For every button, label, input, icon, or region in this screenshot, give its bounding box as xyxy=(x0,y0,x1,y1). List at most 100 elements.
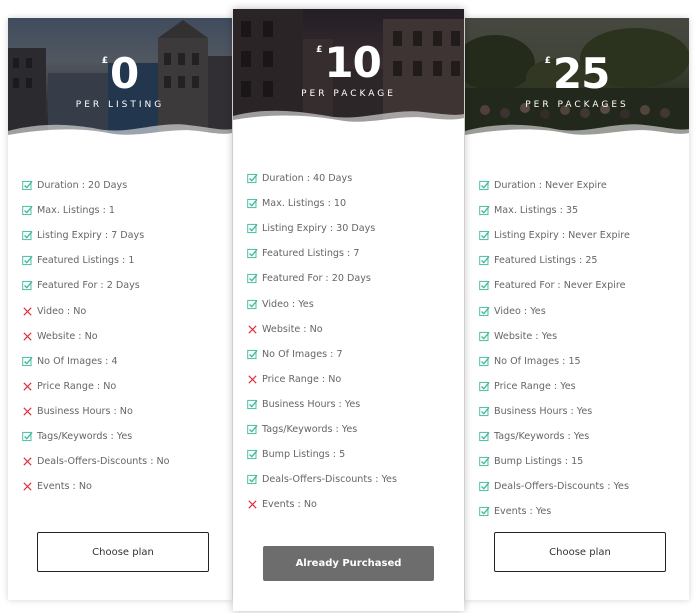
feature-text: Listing Expiry : Never Expire xyxy=(494,230,630,242)
cross-icon xyxy=(247,324,258,335)
feature-item: Deals-Offers-Discounts : Yes xyxy=(479,474,689,499)
plan-header-image: £ 0 PER LISTING xyxy=(8,18,232,140)
feature-item: Listing Expiry : Never Expire xyxy=(479,223,689,248)
feature-text: Events : Yes xyxy=(494,506,552,518)
wave-divider xyxy=(465,124,689,140)
currency-symbol: £ xyxy=(316,45,323,55)
feature-text: Deals-Offers-Discounts : No xyxy=(37,456,170,468)
feature-text: Max. Listings : 35 xyxy=(494,205,579,217)
feature-item: Duration : 40 Days xyxy=(247,166,464,191)
check-square-icon xyxy=(247,474,258,485)
feature-item: Price Range : No xyxy=(247,367,464,392)
feature-item: Featured Listings : 7 xyxy=(247,241,464,266)
cross-icon xyxy=(22,481,33,492)
cross-icon xyxy=(22,331,33,342)
price-period: PER PACKAGE xyxy=(301,89,396,99)
check-square-icon xyxy=(247,449,258,460)
feature-item: No Of Images : 4 xyxy=(22,349,232,374)
feature-text: Tags/Keywords : Yes xyxy=(37,430,133,442)
cross-icon xyxy=(247,374,258,385)
feature-text: Featured Listings : 1 xyxy=(37,255,135,267)
choose-plan-button[interactable]: Choose plan xyxy=(37,532,209,572)
feature-item: Price Range : No xyxy=(22,374,232,399)
feature-text: Duration : Never Expire xyxy=(494,180,607,192)
feature-text: No Of Images : 4 xyxy=(37,355,118,367)
feature-item: Listing Expiry : 30 Days xyxy=(247,216,464,241)
feature-text: Video : No xyxy=(37,305,87,317)
feature-text: Listing Expiry : 7 Days xyxy=(37,230,145,242)
feature-list: Duration : Never Expire Max. Listings : 3… xyxy=(465,173,689,524)
feature-list: Duration : 40 Days Max. Listings : 10 List… xyxy=(233,166,464,517)
feature-item: Events : Yes xyxy=(479,499,689,524)
check-square-icon xyxy=(479,381,490,392)
plan-price: £ 0 xyxy=(102,49,140,98)
feature-item: Duration : 20 Days xyxy=(22,173,232,198)
cross-icon xyxy=(22,381,33,392)
feature-item: Video : Yes xyxy=(479,298,689,323)
check-square-icon xyxy=(479,280,490,291)
feature-item: Featured For : 20 Days xyxy=(247,266,464,291)
feature-text: Price Range : No xyxy=(262,373,342,385)
feature-item: Video : No xyxy=(22,298,232,323)
feature-item: Business Hours : Yes xyxy=(479,399,689,424)
check-square-icon xyxy=(22,431,33,442)
check-square-icon xyxy=(22,230,33,241)
check-square-icon xyxy=(247,198,258,209)
feature-item: Bump Listings : 15 xyxy=(479,449,689,474)
feature-item: Website : Yes xyxy=(479,324,689,349)
feature-item: Deals-Offers-Discounts : Yes xyxy=(247,467,464,492)
check-square-icon xyxy=(479,506,490,517)
feature-text: Deals-Offers-Discounts : Yes xyxy=(262,474,397,486)
wave-divider xyxy=(8,124,232,140)
feature-item: Max. Listings : 10 xyxy=(247,191,464,216)
feature-text: Events : No xyxy=(37,481,92,493)
check-square-icon xyxy=(247,424,258,435)
check-square-icon xyxy=(22,205,33,216)
feature-item: Bump Listings : 5 xyxy=(247,442,464,467)
feature-text: Bump Listings : 5 xyxy=(262,449,346,461)
feature-item: Deals-Offers-Discounts : No xyxy=(22,449,232,474)
feature-item: Max. Listings : 1 xyxy=(22,198,232,223)
feature-text: Events : No xyxy=(262,499,317,511)
check-square-icon xyxy=(247,223,258,234)
feature-text: Featured For : Never Expire xyxy=(494,280,626,292)
check-square-icon xyxy=(479,406,490,417)
feature-text: Listing Expiry : 30 Days xyxy=(262,223,376,235)
check-square-icon xyxy=(247,399,258,410)
plan-header-image: £ 10 PER PACKAGE xyxy=(233,9,464,127)
plan-header-image: £ 25 PER PACKAGES xyxy=(465,18,689,140)
wave-divider xyxy=(233,110,464,127)
currency-symbol: £ xyxy=(544,56,551,66)
check-square-icon xyxy=(479,255,490,266)
feature-item: Events : No xyxy=(22,474,232,499)
check-square-icon xyxy=(247,173,258,184)
feature-item: Featured For : Never Expire xyxy=(479,273,689,298)
feature-text: Featured Listings : 25 xyxy=(494,255,598,267)
feature-item: Featured Listings : 1 xyxy=(22,248,232,273)
feature-item: Price Range : Yes xyxy=(479,374,689,399)
plan-price: £ 25 xyxy=(544,51,611,97)
feature-text: No Of Images : 7 xyxy=(262,348,343,360)
feature-text: Price Range : No xyxy=(37,380,117,392)
price-amount: 0 xyxy=(110,49,139,98)
cross-icon xyxy=(247,499,258,510)
feature-text: Website : No xyxy=(37,330,98,342)
check-square-icon xyxy=(479,180,490,191)
pricing-card-premium: £ 25 PER PACKAGES Duration : Never Expir… xyxy=(465,18,689,600)
check-square-icon xyxy=(247,273,258,284)
check-square-icon xyxy=(479,331,490,342)
feature-item: Website : No xyxy=(247,317,464,342)
price-period: PER PACKAGES xyxy=(525,100,629,110)
feature-text: Tags/Keywords : Yes xyxy=(494,430,590,442)
feature-text: Max. Listings : 10 xyxy=(262,198,347,210)
check-square-icon xyxy=(479,230,490,241)
feature-item: Listing Expiry : 7 Days xyxy=(22,223,232,248)
plan-price: £ 10 xyxy=(316,38,382,87)
check-square-icon xyxy=(479,481,490,492)
check-square-icon xyxy=(247,349,258,360)
feature-item: Duration : Never Expire xyxy=(479,173,689,198)
feature-text: Website : No xyxy=(262,323,323,335)
feature-text: Duration : 20 Days xyxy=(37,180,128,192)
choose-plan-button[interactable]: Choose plan xyxy=(494,532,666,572)
price-amount: 10 xyxy=(324,38,381,87)
